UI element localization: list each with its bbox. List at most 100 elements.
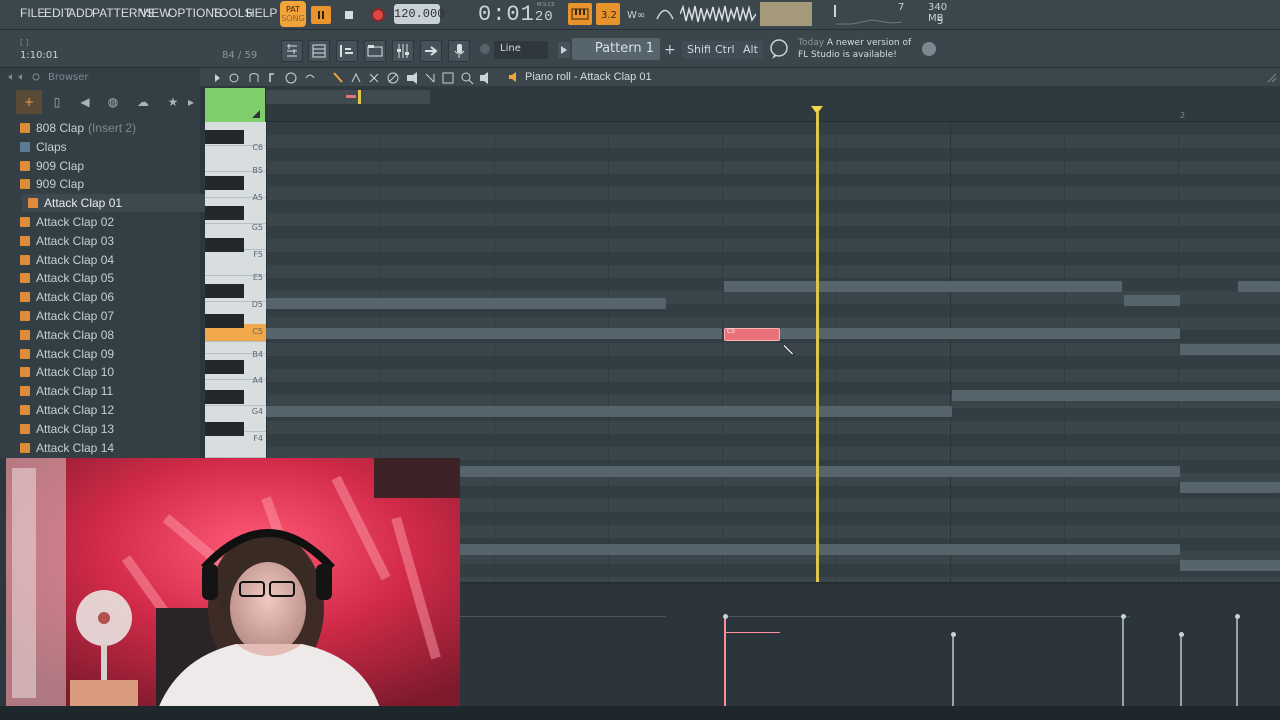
menu-file[interactable]: FILE	[20, 6, 45, 20]
news-panel[interactable]: Today A newer version of FL Studio is av…	[798, 37, 918, 61]
ctrl-button[interactable]: Ctrl	[710, 41, 740, 59]
playlist-button[interactable]	[281, 40, 303, 62]
stop-button[interactable]	[339, 6, 359, 24]
velocity-bar[interactable]	[952, 634, 954, 708]
browser-item[interactable]: Attack Clap 07	[14, 307, 198, 325]
grid-row	[266, 434, 1280, 447]
browser-button[interactable]	[364, 40, 386, 62]
ruler-playhead-mini	[358, 90, 361, 104]
snap-mode-select[interactable]: Line	[494, 41, 548, 59]
time-main: 0:01	[478, 2, 535, 27]
menu-help[interactable]: HELP	[246, 6, 277, 20]
globe-icon[interactable]	[922, 42, 936, 56]
wait-input-button[interactable]: W∞	[626, 4, 646, 22]
piano-roll-button[interactable]	[336, 40, 358, 62]
browser-folder[interactable]: Claps	[14, 138, 198, 156]
browser-tab-favorites[interactable]: ★	[160, 90, 186, 114]
ghost-note	[460, 544, 1180, 555]
velocity-handle[interactable]	[722, 614, 728, 619]
audio-file-icon	[20, 217, 30, 227]
plugin-picker-button[interactable]	[420, 40, 442, 62]
curve-icon	[656, 9, 674, 20]
browser-item[interactable]: Attack Clap 01	[22, 194, 206, 213]
snap-toggle-icon[interactable]	[480, 44, 490, 54]
browser-item-label: Attack Clap 07	[36, 309, 115, 323]
black-key[interactable]	[205, 284, 244, 298]
browser-item[interactable]: 808 Clap (Insert 2)	[14, 119, 198, 137]
browser-tab-audio[interactable]: ◀	[72, 90, 98, 114]
velocity-bar[interactable]	[1236, 616, 1238, 708]
record-button[interactable]	[368, 6, 388, 24]
velocity-handle[interactable]	[950, 632, 956, 637]
news-icon[interactable]	[768, 38, 790, 60]
browser-tab-files[interactable]: ▯	[44, 90, 70, 114]
browser-item[interactable]: Attack Clap 06	[14, 288, 198, 306]
bottom-scrollbar[interactable]	[0, 706, 1280, 720]
menu-add[interactable]: ADD	[68, 6, 93, 20]
ghost-note	[724, 281, 1122, 292]
black-key[interactable]	[205, 422, 244, 436]
add-pattern-icon[interactable]: +	[664, 42, 676, 58]
speaker-icon: ◀	[80, 95, 90, 109]
hint-count: 84 / 59	[222, 50, 258, 61]
pause-button[interactable]	[311, 6, 331, 24]
piano-roll-tools[interactable]	[210, 70, 500, 86]
black-key[interactable]	[205, 360, 244, 374]
velocity-handle[interactable]	[1120, 614, 1126, 619]
pattern-selector[interactable]: Pattern 1	[572, 38, 660, 60]
step-edit-button[interactable]	[568, 3, 592, 25]
black-key[interactable]	[205, 130, 244, 144]
tempo-display[interactable]: 120.000	[394, 4, 444, 24]
browser-item[interactable]: Attack Clap 11	[14, 382, 198, 400]
browser-item[interactable]: 909 Clap	[14, 157, 198, 175]
browser-item[interactable]: Attack Clap 02	[14, 213, 198, 231]
black-key[interactable]	[205, 390, 244, 404]
pat-song-toggle[interactable]: PAT SONG	[280, 1, 306, 27]
browser-item-label: Attack Clap 04	[36, 252, 115, 267]
browser-item[interactable]: Attack Clap 10	[14, 363, 198, 381]
piano-keyboard[interactable]: C6 B5 A5 G5 F5 E5 D5 C5 B4 A4 G4 F4	[205, 122, 266, 458]
alt-button[interactable]: Alt	[738, 41, 763, 59]
browser-tab-cloud[interactable]: ☁	[130, 90, 156, 114]
channel-rack-button[interactable]	[308, 40, 330, 62]
menu-view[interactable]: VIEW	[140, 6, 171, 20]
velocity-handle[interactable]	[1178, 632, 1184, 637]
resize-grip-icon[interactable]	[1266, 72, 1278, 84]
pattern-arrow-icon[interactable]	[558, 42, 570, 58]
ghost-note	[1238, 281, 1280, 292]
velocity-handle[interactable]	[1234, 614, 1240, 619]
browser-item[interactable]: Attack Clap 08	[14, 326, 198, 344]
browser-item[interactable]: 909 Clap	[14, 175, 198, 193]
audio-file-icon	[20, 123, 30, 133]
loop-record-button[interactable]	[654, 4, 674, 22]
countdown-button[interactable]: 3.2	[596, 3, 620, 25]
browser-tab-all[interactable]: +	[16, 90, 42, 114]
black-key[interactable]	[205, 176, 244, 190]
velocity-bar[interactable]	[1122, 616, 1124, 708]
black-key[interactable]	[205, 238, 244, 252]
browser-item[interactable]: Attack Clap 03	[14, 232, 198, 250]
grid-row	[266, 174, 1280, 187]
black-key[interactable]	[205, 206, 244, 220]
note-c5[interactable]: C5	[724, 328, 780, 341]
recording-button[interactable]	[448, 40, 470, 62]
black-key[interactable]	[205, 314, 244, 328]
browser-item[interactable]: Attack Clap 13	[14, 420, 198, 438]
browser-item[interactable]: Attack Clap 09	[14, 345, 198, 363]
audio-file-icon	[20, 423, 30, 434]
mixer-button[interactable]	[392, 40, 414, 62]
browser-item[interactable]: Attack Clap 05	[14, 269, 198, 287]
ghost-note	[266, 298, 666, 309]
browser-tab-plugins[interactable]: ◍	[100, 90, 126, 114]
browser-tab-next[interactable]: ▸	[184, 90, 198, 114]
browser-item[interactable]: Attack Clap 14	[14, 439, 198, 457]
svg-text:3.2: 3.2	[601, 10, 617, 21]
velocity-bar-selected[interactable]	[724, 616, 726, 708]
browser-item[interactable]: Attack Clap 12	[14, 401, 198, 419]
browser-nav-icons[interactable]	[6, 72, 46, 82]
browser-item-label: Attack Clap 14	[36, 440, 115, 455]
browser-item[interactable]: Attack Clap 04	[14, 251, 198, 269]
master-meter	[760, 2, 812, 26]
audio-file-icon	[28, 198, 38, 209]
velocity-bar[interactable]	[1180, 634, 1182, 708]
